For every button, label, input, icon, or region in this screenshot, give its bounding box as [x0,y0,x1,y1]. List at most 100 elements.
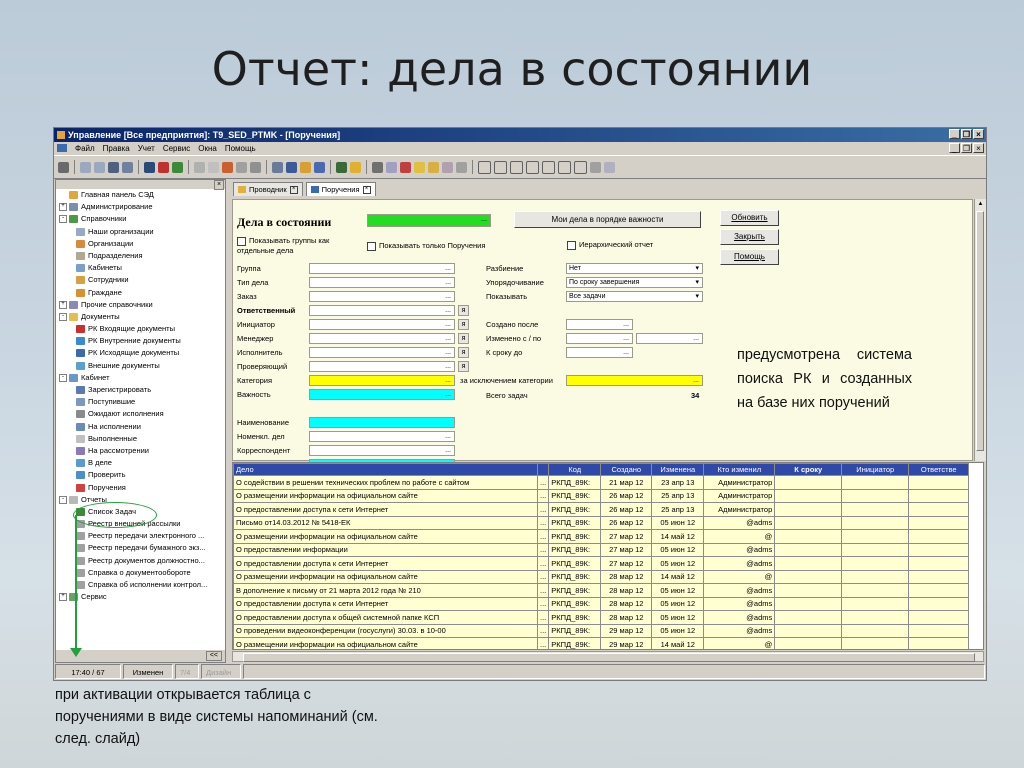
created-after-field[interactable]: ... [566,319,633,330]
tree-item[interactable]: Кабинеты [56,262,225,274]
report-icon[interactable] [222,161,233,173]
table-row[interactable]: О содействии в решении технических пробл… [233,475,970,490]
filter-field[interactable]: ... [309,291,455,302]
me-button[interactable]: я [458,347,469,358]
tree-item[interactable]: + Сервис [56,591,225,603]
column-header[interactable]: Код [548,463,602,476]
table-row[interactable]: О размещении информации на официальном с… [233,569,970,584]
window3-icon[interactable] [510,160,523,174]
expand-toggle-icon[interactable]: + [59,593,67,602]
child-close-button[interactable]: × [973,143,984,153]
tree-item[interactable]: Подразделения [56,250,225,262]
column-header[interactable]: Изменена [651,463,705,476]
tree-item[interactable]: Реестр документов должностно... [56,555,225,567]
column-header[interactable]: Инициатор [841,463,910,476]
filter-field[interactable]: ... [309,361,455,372]
menu-account[interactable]: Учет [138,142,155,155]
tag-icon[interactable] [386,161,397,173]
expand-toggle-icon[interactable]: - [59,373,67,382]
child-minimize-button[interactable]: _ [949,143,960,153]
tree-item[interactable]: РК Исходящие документы [56,347,225,359]
column-header[interactable]: К сроку [774,463,843,476]
tree-item[interactable]: Внешние документы [56,360,225,372]
order-select[interactable]: По сроку завершения ▾ [566,277,703,288]
table-row[interactable]: О предоставлении доступа к сети Интернет… [233,556,970,571]
forward-icon[interactable] [94,161,105,173]
only-assignments-checkbox[interactable]: Показывать только Поручения [367,241,485,251]
expand-toggle-icon[interactable]: + [59,300,67,309]
state-field[interactable]: ... [367,214,491,227]
tree-item[interactable]: Справка об исполнении контрол... [56,579,225,591]
tree-item[interactable]: + Администрирование [56,201,225,213]
tree-item[interactable]: - Кабинет [56,372,225,384]
pot-icon[interactable] [428,161,439,173]
column-header[interactable]: Ответстве [908,463,970,476]
cascade-icon[interactable] [574,160,587,174]
column-header[interactable]: Создано [600,463,653,476]
filter-field[interactable]: ... [309,305,455,316]
pin-icon[interactable] [456,161,467,173]
tree-item[interactable]: На исполнении [56,421,225,433]
search-icon[interactable] [108,161,119,173]
menu-service[interactable]: Сервис [163,142,190,155]
tree-item[interactable]: Выполненные [56,433,225,445]
page-icon[interactable] [208,161,219,173]
book-icon[interactable] [286,161,297,173]
menu-help[interactable]: Помощь [225,142,256,155]
tree-item[interactable]: Ожидают исполнения [56,408,225,420]
tree-item[interactable]: На рассмотрении [56,445,225,457]
expand-toggle-icon[interactable]: - [59,215,67,224]
menu-edit[interactable]: Правка [103,142,130,155]
table-row[interactable]: О предоставлении доступа к сети Интернет… [233,596,970,611]
tree-item[interactable]: Проверить [56,469,225,481]
table-row[interactable]: О предоставлении доступа к общей системн… [233,610,970,625]
tree-item[interactable]: Поступившие [56,396,225,408]
me-button[interactable]: я [458,333,469,344]
export-icon[interactable] [604,161,615,173]
tree-item[interactable]: Главная панель СЭД [56,189,225,201]
tree-item[interactable]: РК Входящие документы [56,323,225,335]
table-scrollbar[interactable] [232,651,984,662]
changed-from-field[interactable]: ... [566,333,633,344]
search-advanced-icon[interactable] [122,161,133,173]
check-icon[interactable] [236,161,247,173]
flag-icon[interactable] [158,161,169,173]
tree-item[interactable]: Зарегистрировать [56,384,225,396]
tree-item[interactable]: Реестр передачи электронного ... [56,530,225,542]
folder-icon[interactable] [414,161,425,173]
table-row[interactable]: Письмо от14.03.2012 № 5418-ЕК... РКПД_89К… [233,515,970,530]
window-icon[interactable] [478,160,491,174]
tree-item[interactable]: Организации [56,238,225,250]
table-row[interactable]: В дополнение к письму от 21 марта 2012 г… [233,583,970,598]
hierarchical-checkbox[interactable]: Иерархический отчет [567,240,653,250]
show-select[interactable]: Все задачи ▾ [566,291,703,302]
tool-icon[interactable] [194,161,205,173]
tree-item[interactable]: В деле [56,457,225,469]
close-form-button[interactable]: Закрыть [720,229,779,245]
tab-close-icon[interactable]: × [362,185,371,194]
chart-icon[interactable] [314,161,325,173]
table-row[interactable]: О предоставлении информации... РКПД_89К: 2… [233,542,970,557]
expand-toggle-icon[interactable]: - [59,495,67,504]
tab-explorer[interactable]: Проводник × [233,182,303,196]
column-header[interactable] [536,463,550,476]
filter-icon[interactable] [442,161,453,173]
calc-icon[interactable] [590,161,601,173]
filter-field[interactable] [309,417,455,428]
window2-icon[interactable] [494,160,507,174]
heart-icon[interactable] [400,161,411,173]
bell-icon[interactable] [350,161,361,173]
me-button[interactable]: я [458,305,469,316]
tree-item[interactable]: + Прочие справочники [56,299,225,311]
table-row[interactable]: О размещении информации на официальном с… [233,529,970,544]
table-row[interactable]: О размещении информации на официальном с… [233,488,970,503]
settings-icon[interactable] [336,161,347,173]
changed-to-field[interactable]: ... [636,333,703,344]
my-cases-button[interactable]: Мои дела в порядке важности [514,211,701,228]
grid-icon[interactable] [558,160,571,174]
me-button[interactable]: я [458,319,469,330]
document-icon[interactable] [144,161,155,173]
split-select[interactable]: Нет ▾ [566,263,703,274]
tree-item[interactable]: Реестр передачи бумажного экз... [56,542,225,554]
collapse-panel-button[interactable]: << [205,651,222,661]
